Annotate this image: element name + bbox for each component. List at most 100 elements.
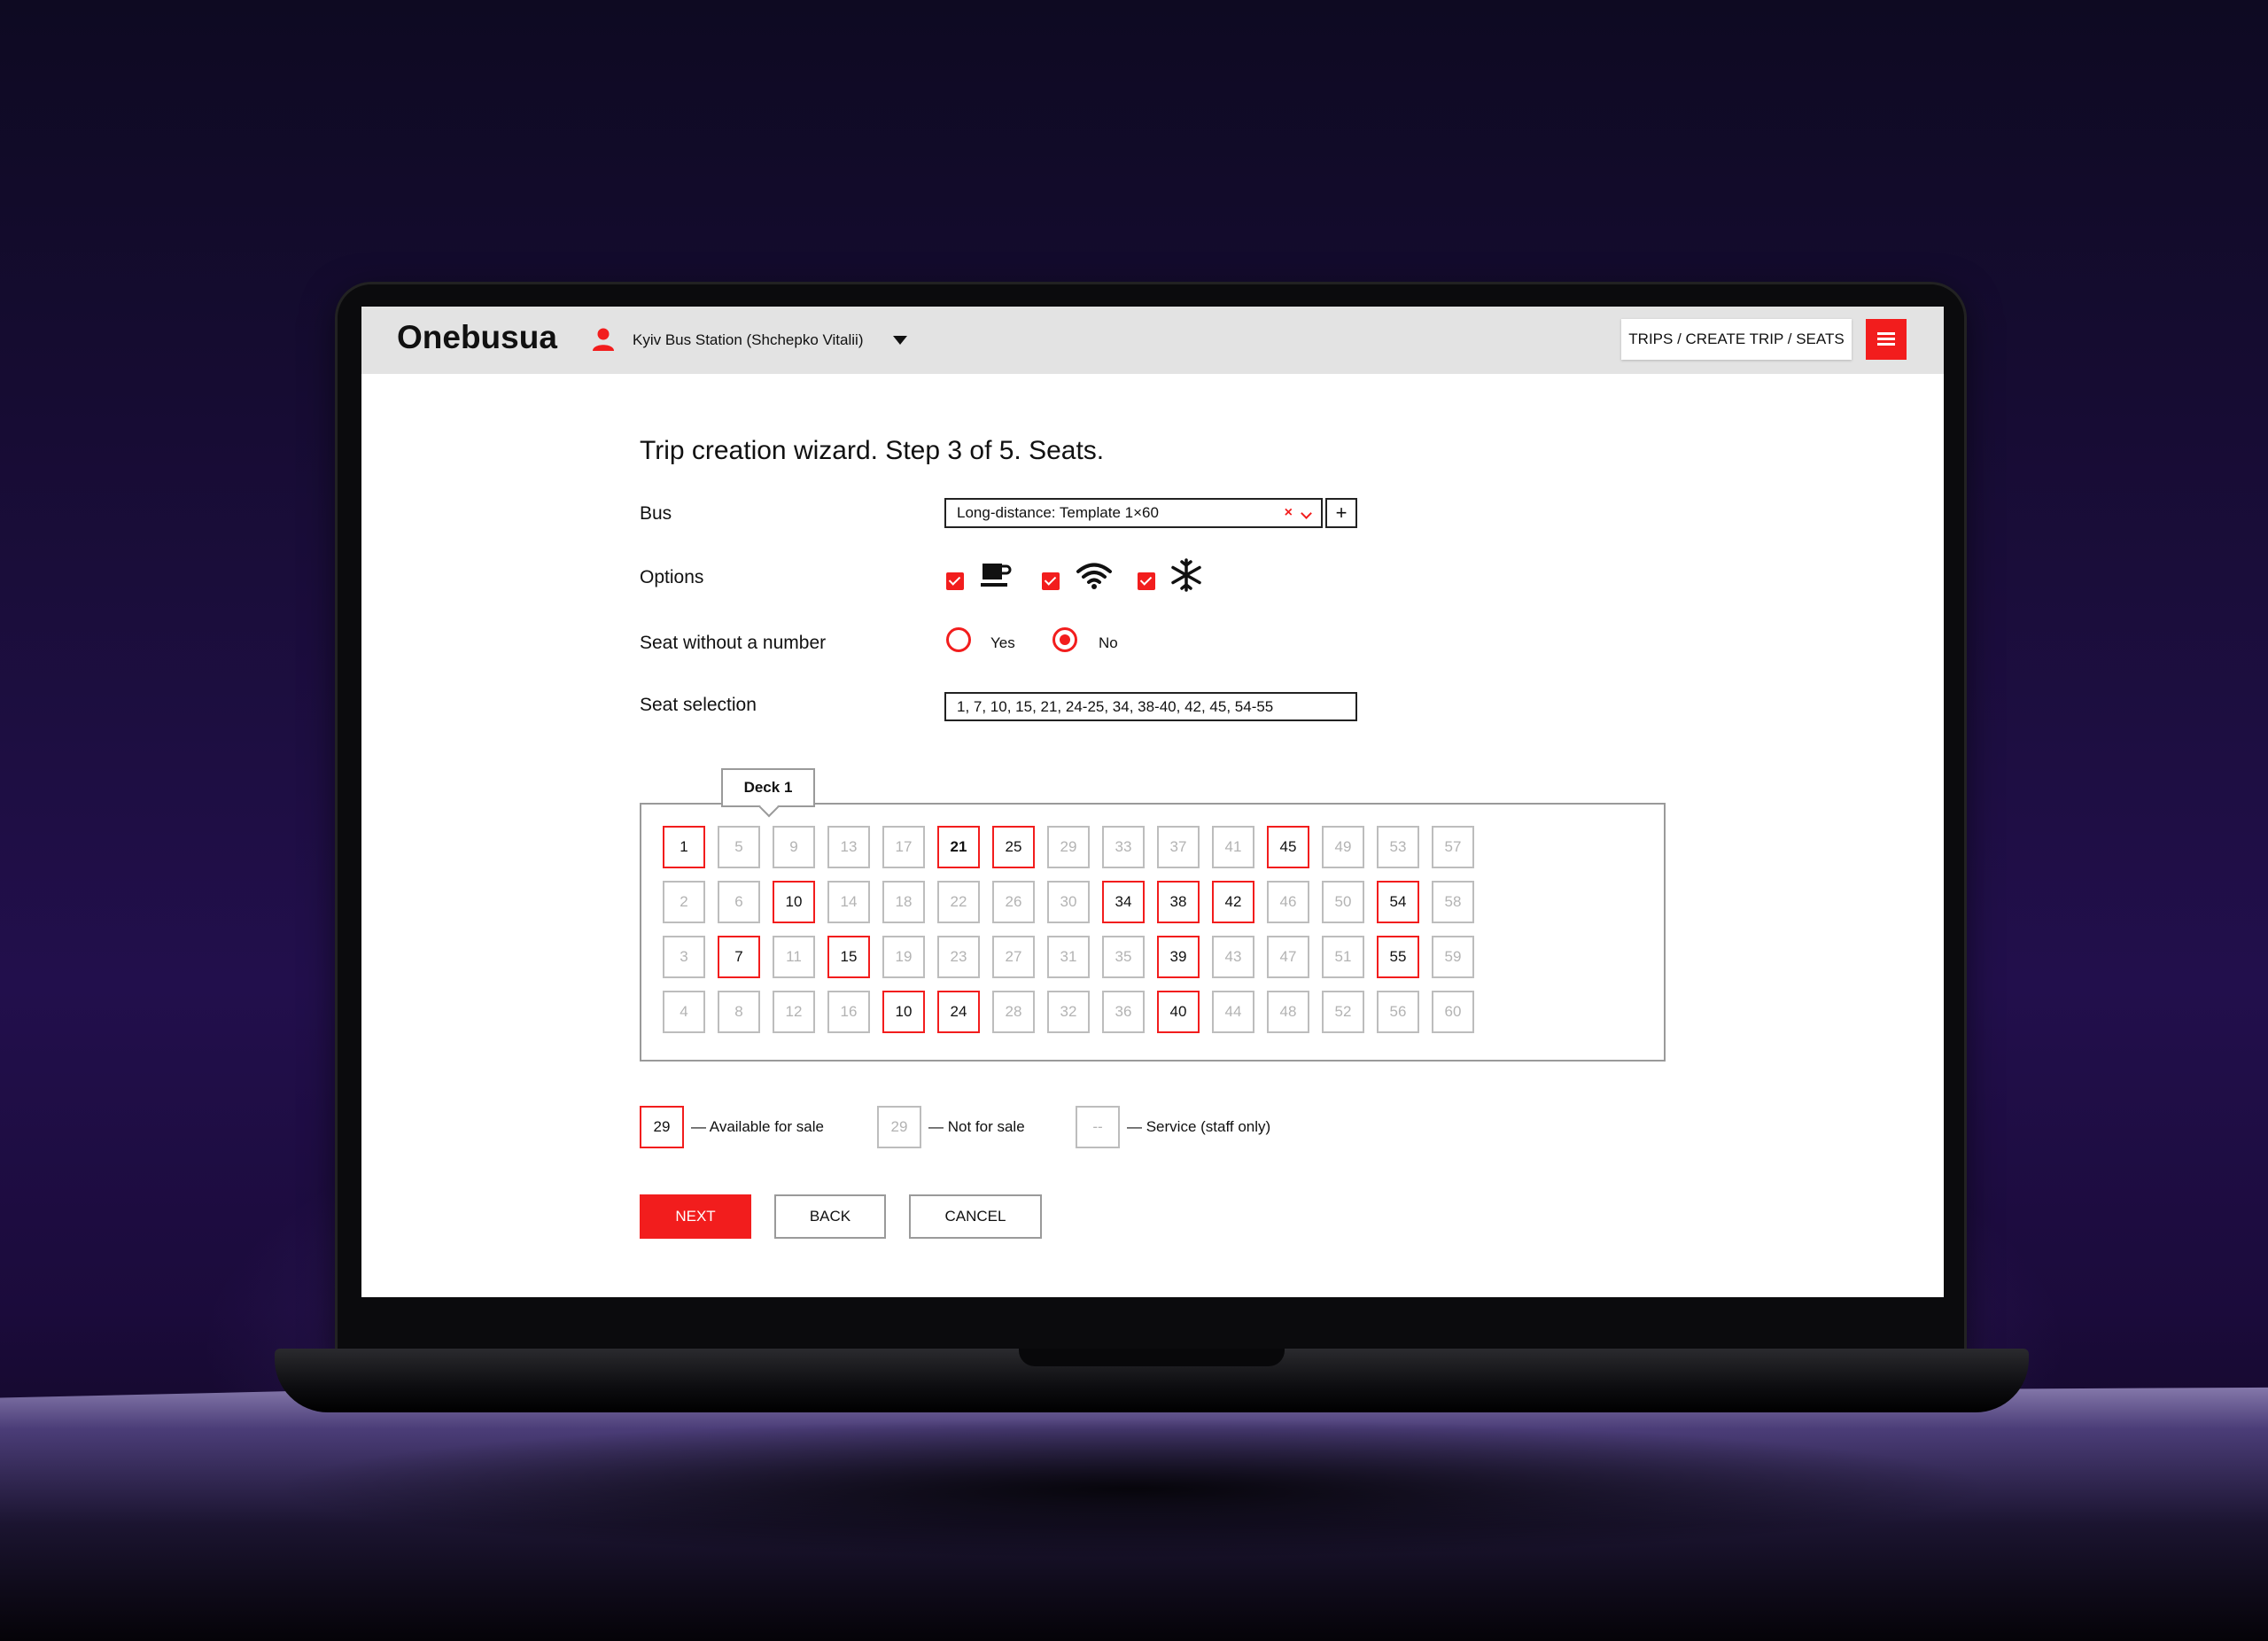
seat-50[interactable]: 50: [1322, 881, 1364, 923]
seat-44[interactable]: 44: [1212, 991, 1254, 1033]
station-selector[interactable]: Kyiv Bus Station (Shchepko Vitalii): [633, 331, 863, 349]
legend-service-text: — Service (staff only): [1127, 1118, 1271, 1135]
seat-2[interactable]: 2: [663, 881, 705, 923]
seat-45[interactable]: 45: [1267, 826, 1309, 868]
legend-not-sale-sample: 29: [877, 1106, 921, 1148]
bus-select-value: Long-distance: Template 1×60: [957, 504, 1159, 521]
bus-label: Bus: [640, 503, 672, 524]
seat-60[interactable]: 60: [1432, 991, 1474, 1033]
menu-button[interactable]: [1866, 319, 1907, 360]
snowflake-icon: [1171, 558, 1201, 592]
seat-47[interactable]: 47: [1267, 936, 1309, 978]
seat-40[interactable]: 40: [1157, 991, 1200, 1033]
seat-41[interactable]: 41: [1212, 826, 1254, 868]
seat-28[interactable]: 28: [992, 991, 1035, 1033]
radio-yes[interactable]: [946, 627, 971, 652]
seat-32[interactable]: 32: [1047, 991, 1090, 1033]
seat-35[interactable]: 35: [1102, 936, 1145, 978]
seat-selection-label: Seat selection: [640, 695, 757, 715]
seat-7[interactable]: 7: [718, 936, 760, 978]
breadcrumb[interactable]: TRIPS / CREATE TRIP / SEATS: [1621, 319, 1852, 360]
seat-59[interactable]: 59: [1432, 936, 1474, 978]
clear-icon[interactable]: ×: [1285, 500, 1293, 526]
seat-33[interactable]: 33: [1102, 826, 1145, 868]
back-button[interactable]: BACK: [774, 1194, 886, 1239]
seat-15[interactable]: 15: [827, 936, 870, 978]
seat-52[interactable]: 52: [1322, 991, 1364, 1033]
seat-5[interactable]: 5: [718, 826, 760, 868]
seat-57[interactable]: 57: [1432, 826, 1474, 868]
seat-1[interactable]: 1: [663, 826, 705, 868]
seat-23[interactable]: 23: [937, 936, 980, 978]
top-bar: Onebusua Kyiv Bus Station (Shchepko Vita…: [361, 307, 1944, 374]
seat-37[interactable]: 37: [1157, 826, 1200, 868]
seat-21[interactable]: 21: [937, 826, 980, 868]
seat-27[interactable]: 27: [992, 936, 1035, 978]
seat-16[interactable]: 16: [827, 991, 870, 1033]
seat-10[interactable]: 10: [773, 881, 815, 923]
seat-42[interactable]: 42: [1212, 881, 1254, 923]
seat-14[interactable]: 14: [827, 881, 870, 923]
app-logo[interactable]: Onebusua: [397, 319, 557, 356]
seat-3[interactable]: 3: [663, 936, 705, 978]
seat-34[interactable]: 34: [1102, 881, 1145, 923]
seat-30[interactable]: 30: [1047, 881, 1090, 923]
radio-no-label: No: [1099, 634, 1118, 651]
legend-not-sale-text: — Not for sale: [928, 1118, 1025, 1135]
seat-25[interactable]: 25: [992, 826, 1035, 868]
next-button[interactable]: NEXT: [640, 1194, 751, 1239]
seat-11[interactable]: 11: [773, 936, 815, 978]
seat-17[interactable]: 17: [882, 826, 925, 868]
seat-19[interactable]: 19: [882, 936, 925, 978]
seat-49[interactable]: 49: [1322, 826, 1364, 868]
laptop-notch: [1019, 1349, 1285, 1366]
seat-29[interactable]: 29: [1047, 826, 1090, 868]
seat-13[interactable]: 13: [827, 826, 870, 868]
ac-checkbox[interactable]: [1138, 572, 1155, 590]
seat-8[interactable]: 8: [718, 991, 760, 1033]
legend-service-sample: --: [1076, 1106, 1120, 1148]
seat-26[interactable]: 26: [992, 881, 1035, 923]
page-title: Trip creation wizard. Step 3 of 5. Seats…: [640, 436, 1105, 465]
desk-shadow: [266, 1418, 2002, 1559]
radio-no[interactable]: [1052, 627, 1077, 652]
seat-12[interactable]: 12: [773, 991, 815, 1033]
seat-43[interactable]: 43: [1212, 936, 1254, 978]
seat-6[interactable]: 6: [718, 881, 760, 923]
seat-53[interactable]: 53: [1377, 826, 1419, 868]
seat-51[interactable]: 51: [1322, 936, 1364, 978]
coffee-checkbox[interactable]: [946, 572, 964, 590]
legend-available-sample: 29: [640, 1106, 684, 1148]
seat-9[interactable]: 9: [773, 826, 815, 868]
user-icon: [593, 328, 614, 351]
legend-available-text: — Available for sale: [691, 1118, 824, 1135]
seat-55[interactable]: 55: [1377, 936, 1419, 978]
seat-56[interactable]: 56: [1377, 991, 1419, 1033]
seat-54[interactable]: 54: [1377, 881, 1419, 923]
seat-58[interactable]: 58: [1432, 881, 1474, 923]
seat-46[interactable]: 46: [1267, 881, 1309, 923]
seat-48[interactable]: 48: [1267, 991, 1309, 1033]
add-bus-button[interactable]: +: [1325, 498, 1357, 528]
radio-yes-label: Yes: [990, 634, 1015, 651]
seat-selection-input[interactable]: 1, 7, 10, 15, 21, 24-25, 34, 38-40, 42, …: [944, 692, 1357, 721]
seat-39[interactable]: 39: [1157, 936, 1200, 978]
seat-without-number-label: Seat without a number: [640, 633, 827, 653]
seat-36[interactable]: 36: [1102, 991, 1145, 1033]
seat-38[interactable]: 38: [1157, 881, 1200, 923]
chevron-down-icon[interactable]: [1301, 508, 1312, 519]
deck-tab[interactable]: Deck 1: [721, 768, 815, 807]
chevron-down-icon[interactable]: [893, 336, 907, 345]
options-label: Options: [640, 567, 704, 587]
cancel-button[interactable]: CANCEL: [909, 1194, 1042, 1239]
seat-4[interactable]: 4: [663, 991, 705, 1033]
seat-22[interactable]: 22: [937, 881, 980, 923]
coffee-icon: [981, 564, 1012, 587]
wifi-checkbox[interactable]: [1042, 572, 1060, 590]
wifi-icon: [1076, 563, 1112, 589]
seat-24[interactable]: 24: [937, 991, 980, 1033]
seat-10[interactable]: 10: [882, 991, 925, 1033]
seat-18[interactable]: 18: [882, 881, 925, 923]
bus-select[interactable]: Long-distance: Template 1×60 ×: [944, 498, 1323, 528]
seat-31[interactable]: 31: [1047, 936, 1090, 978]
